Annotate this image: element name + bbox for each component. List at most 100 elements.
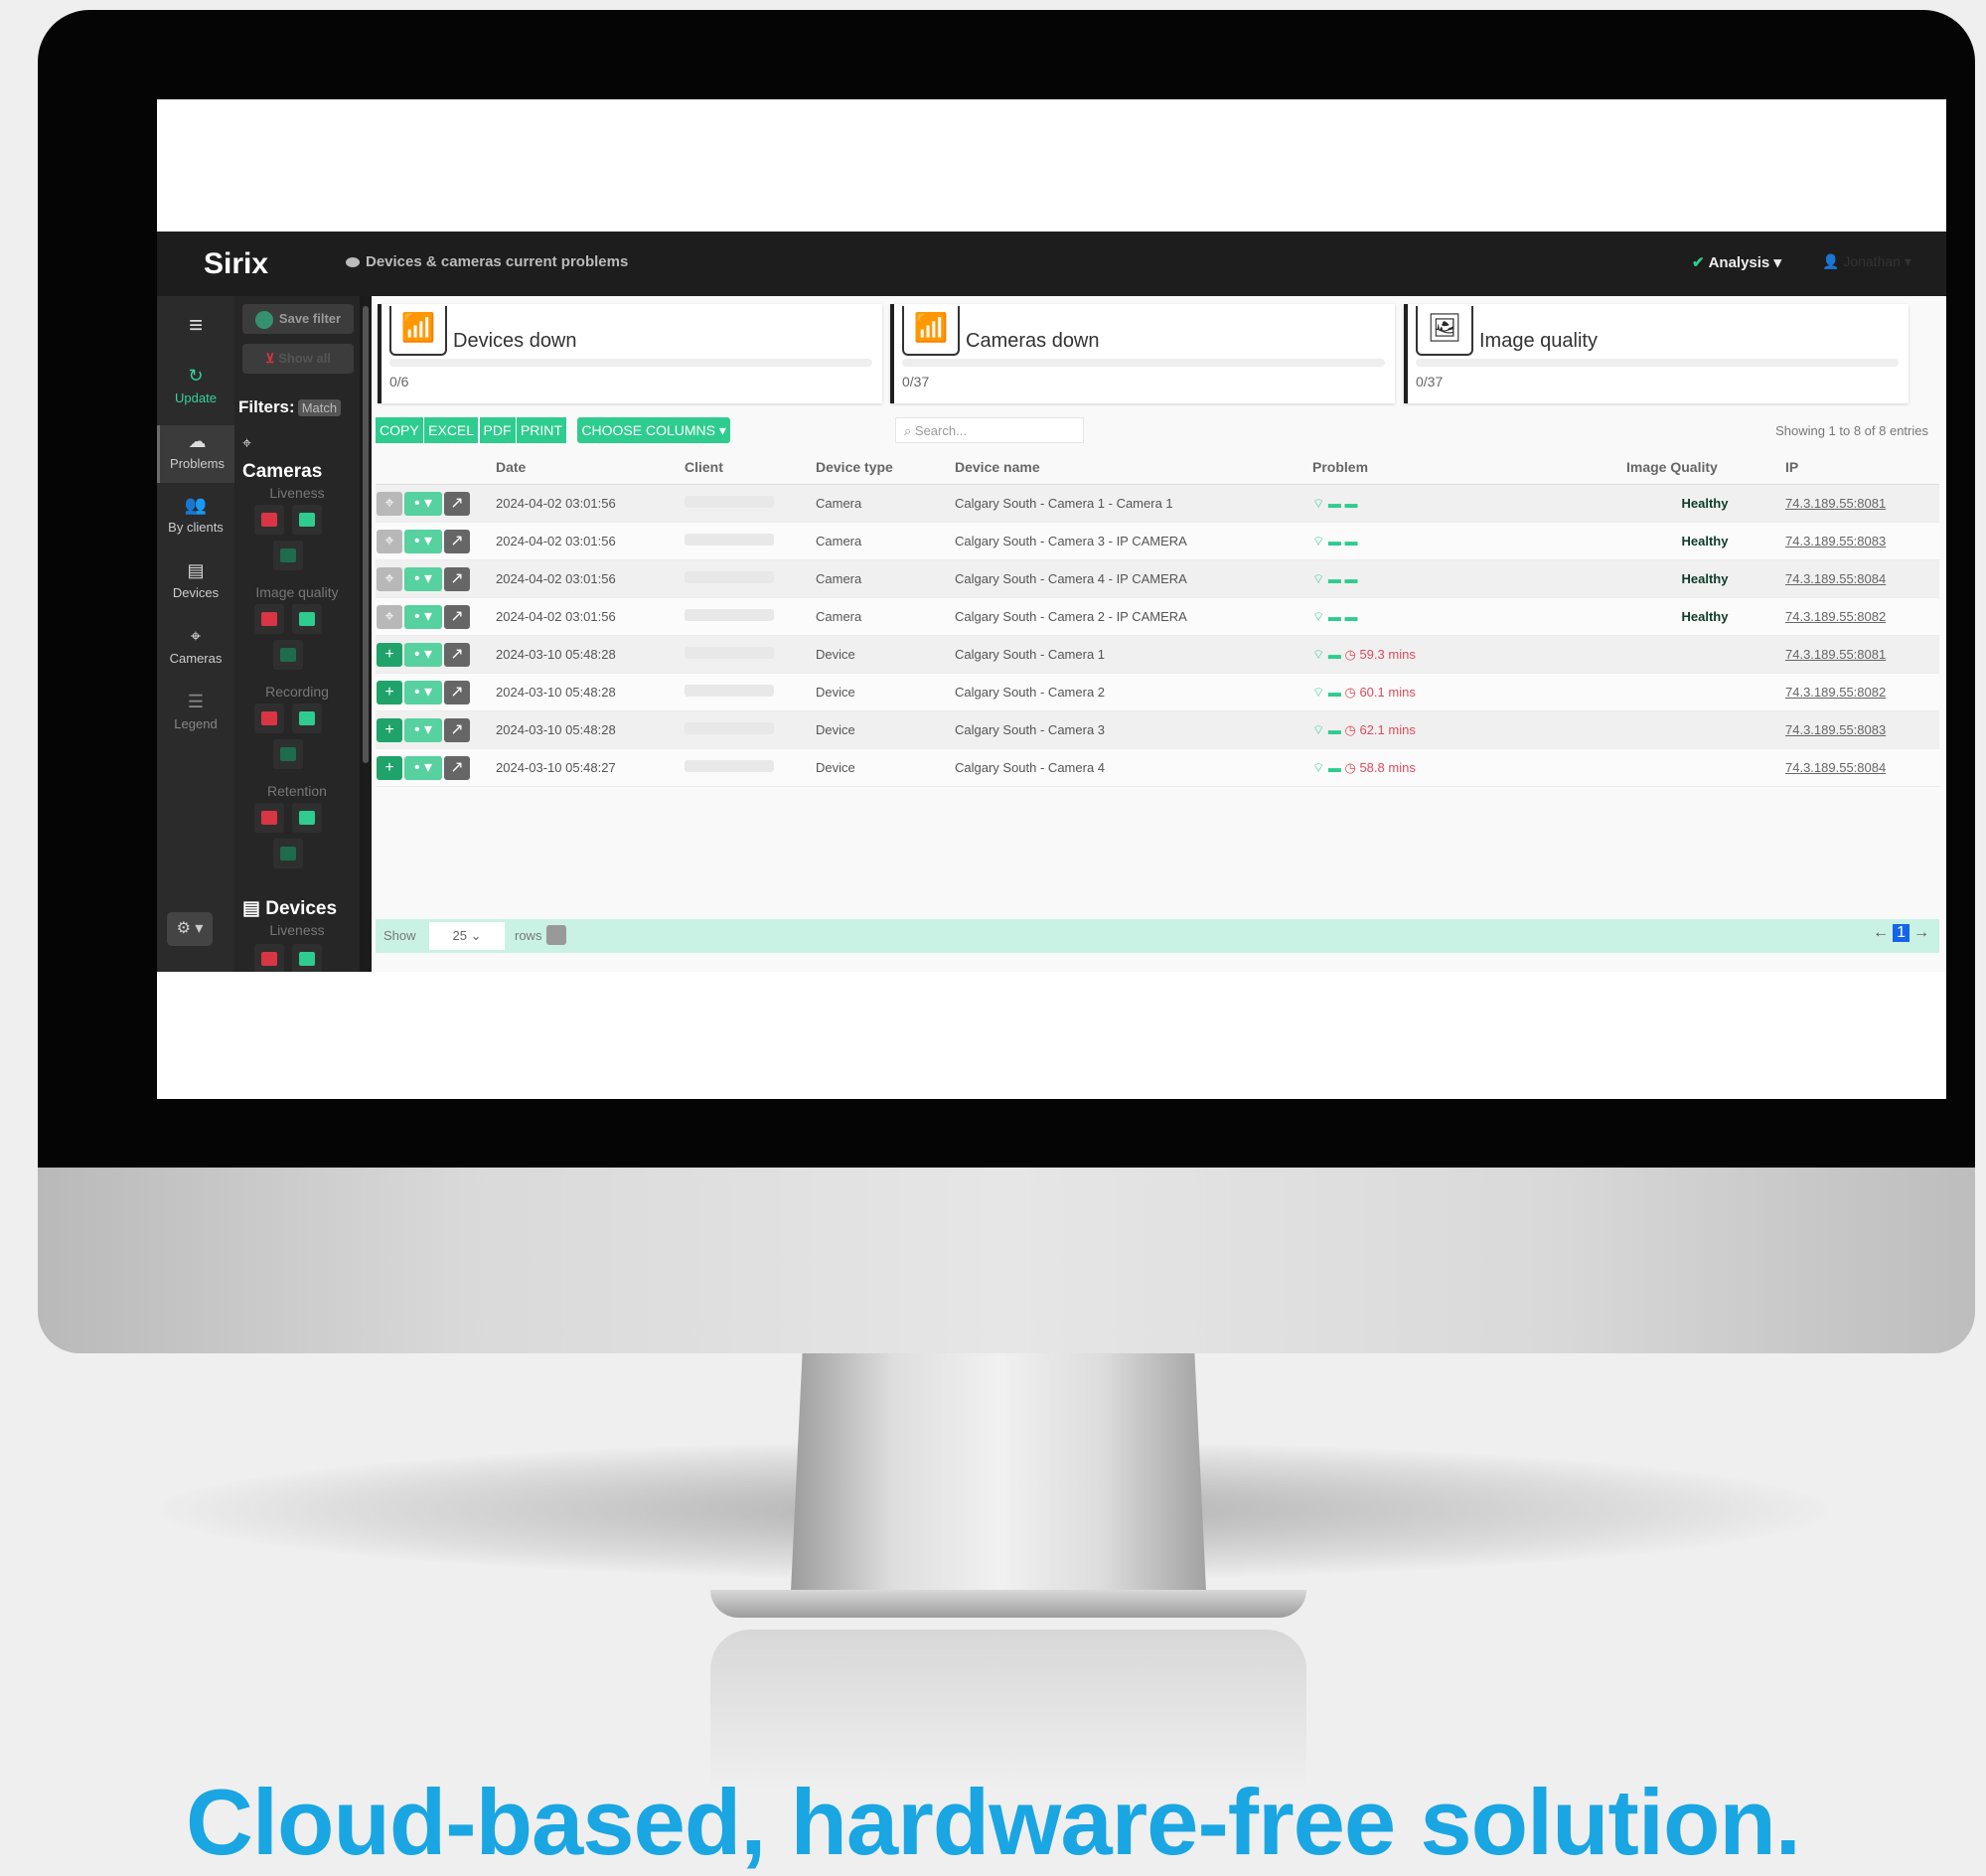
add-icon[interactable]: + — [377, 755, 402, 780]
external-link-icon[interactable]: ↗ — [444, 491, 470, 516]
external-link-icon[interactable]: ↗ — [444, 604, 470, 629]
column-header-client[interactable]: Client — [684, 450, 815, 485]
cameras-down-card[interactable]: 📶 Cameras down 0/37 — [890, 304, 1395, 403]
rail-item-by-clients[interactable]: 👥 By clients — [157, 495, 234, 545]
camera-icon[interactable]: ⌖ — [377, 604, 402, 629]
pdf-button[interactable]: PDF — [479, 417, 516, 443]
table-row[interactable]: ⌖ • ▾ ↗ 2024-04-02 03:01:56 Camera Calgary So… — [376, 559, 1939, 598]
filter-image-good[interactable] — [292, 604, 322, 634]
camera-icon[interactable]: ⌖ — [377, 566, 402, 591]
table-row[interactable]: + • ▾ ↗ 2024-03-10 05:48:27 Device Calgary So… — [376, 748, 1939, 787]
column-header-device-name[interactable]: Device name — [954, 450, 1311, 485]
cell-ip[interactable]: 74.3.189.55:8081 — [1784, 484, 1939, 523]
search-input[interactable]: ⌕ Search... — [895, 417, 1084, 443]
print-button[interactable]: PRINT — [516, 417, 566, 443]
scroll-thumb[interactable] — [363, 306, 369, 763]
rows-per-page-select[interactable]: 25 ⌄ — [429, 922, 505, 950]
table-row[interactable]: + • ▾ ↗ 2024-03-10 05:48:28 Device Calgary So… — [376, 673, 1939, 711]
table-row[interactable]: ⌖ • ▾ ↗ 2024-04-02 03:01:56 Camera Calgary So… — [376, 597, 1939, 636]
add-icon[interactable]: + — [377, 642, 402, 667]
choose-columns-button[interactable]: CHOOSE COLUMNS ▾ — [577, 417, 730, 443]
filter-device-liveness-up[interactable] — [292, 944, 322, 972]
table-row[interactable]: ⌖ • ▾ ↗ 2024-04-02 03:01:56 Camera Calgary So… — [376, 484, 1939, 523]
external-link-icon[interactable]: ↗ — [444, 680, 470, 704]
rail-item-problems[interactable]: ☁ Problems — [157, 425, 234, 483]
cell-ip[interactable]: 74.3.189.55:8081 — [1784, 635, 1939, 674]
cell-ip[interactable]: 74.3.189.55:8082 — [1784, 673, 1939, 711]
brand-logo[interactable]: Sirix — [204, 247, 268, 281]
filter-recording-unknown[interactable] — [273, 739, 303, 769]
rail-item-legend[interactable]: ☰ Legend — [157, 692, 234, 741]
table-row[interactable]: + • ▾ ↗ 2024-03-10 05:48:28 Device Calgary So… — [376, 635, 1939, 674]
page-number[interactable]: 1 — [1893, 924, 1910, 942]
columns-icon[interactable] — [546, 925, 566, 945]
external-link-icon[interactable]: ↗ — [444, 529, 470, 553]
menu-toggle[interactable]: ≡ — [157, 306, 234, 346]
cell-ip[interactable]: 74.3.189.55:8082 — [1784, 597, 1939, 636]
external-link-icon[interactable]: ↗ — [444, 566, 470, 591]
external-link-icon[interactable]: ↗ — [444, 717, 470, 742]
devices-down-card[interactable]: 📶 Devices down 0/6 — [378, 304, 882, 403]
camera-icon[interactable]: ⌖ — [377, 529, 402, 553]
user-menu[interactable]: 👤 Jonathan ▾ — [1822, 253, 1911, 270]
options-dropdown-button[interactable]: • ▾ — [404, 566, 442, 591]
column-header-date[interactable]: Date — [495, 450, 684, 485]
prev-page-button[interactable]: ← — [1873, 924, 1889, 941]
cell-ip[interactable]: 74.3.189.55:8083 — [1784, 522, 1939, 560]
filter-liveness-up[interactable] — [292, 505, 322, 535]
external-link-icon[interactable]: ↗ — [444, 755, 470, 780]
copy-button[interactable]: COPY — [376, 417, 423, 443]
external-link-icon[interactable]: ↗ — [444, 642, 470, 667]
rail-item-devices[interactable]: ▤ Devices — [157, 560, 234, 610]
table-row[interactable]: + • ▾ ↗ 2024-03-10 05:48:28 Device Calgary So… — [376, 710, 1939, 749]
add-icon[interactable]: + — [377, 680, 402, 704]
options-dropdown-button[interactable]: • ▾ — [404, 755, 442, 780]
save-filter-button[interactable]: Save filter — [242, 304, 354, 334]
show-all-button[interactable]: ⊻ Show all — [242, 344, 354, 374]
filter-retention-bad[interactable] — [254, 803, 284, 833]
filter-image-unknown[interactable] — [273, 640, 303, 670]
filter-liveness-down[interactable] — [254, 505, 284, 535]
analysis-menu[interactable]: ✔ Analysis ▾ — [1692, 253, 1781, 271]
excel-button[interactable]: EXCEL — [424, 417, 479, 443]
next-page-button[interactable]: → — [1913, 924, 1929, 941]
column-header-device-type[interactable]: Device type — [815, 450, 954, 485]
video-icon — [261, 711, 277, 725]
add-icon[interactable]: + — [377, 717, 402, 742]
options-dropdown-button[interactable]: • ▾ — [404, 529, 442, 553]
filter-device-liveness-down[interactable] — [254, 944, 284, 972]
filter-retention-unknown[interactable] — [273, 839, 303, 868]
image-quality-card[interactable]: 🖼 Image quality 0/37 — [1404, 304, 1909, 403]
filter-scrollbar[interactable] — [360, 296, 372, 972]
match-toggle[interactable]: Match — [297, 399, 342, 416]
options-dropdown-button[interactable]: • ▾ — [404, 491, 442, 516]
options-dropdown-button[interactable]: • ▾ — [404, 604, 442, 629]
column-header-problem[interactable]: Problem — [1311, 450, 1625, 485]
cell-ip[interactable]: 74.3.189.55:8084 — [1784, 748, 1939, 787]
video-icon: ▬ — [1327, 570, 1341, 586]
rail-item-label: By clients — [168, 520, 224, 535]
settings-button[interactable]: ⚙ ▾ — [167, 912, 213, 946]
filter-liveness-unknown[interactable] — [273, 541, 303, 570]
cell-date: 2024-04-02 03:01:56 — [495, 484, 684, 523]
monitor: Sirix Devices & cameras current problems… — [38, 10, 1975, 1353]
filter-image-bad[interactable] — [254, 604, 284, 634]
filter-recording-off[interactable] — [254, 704, 284, 733]
cell-ip[interactable]: 74.3.189.55:8084 — [1784, 559, 1939, 598]
camera-icon[interactable]: ⌖ — [377, 491, 402, 516]
options-dropdown-button[interactable]: • ▾ — [404, 680, 442, 704]
options-dropdown-button[interactable]: • ▾ — [404, 642, 442, 667]
table-row[interactable]: ⌖ • ▾ ↗ 2024-04-02 03:01:56 Camera Calgary So… — [376, 522, 1939, 560]
options-dropdown-button[interactable]: • ▾ — [404, 717, 442, 742]
clock-icon: ◷ — [1344, 646, 1356, 662]
card-progress — [1416, 359, 1899, 367]
column-header-image-quality[interactable]: Image Quality — [1625, 450, 1784, 485]
show-all-label: Show all — [278, 351, 331, 366]
cell-device-type: Camera — [815, 559, 954, 598]
column-header-ip[interactable]: IP — [1784, 450, 1939, 485]
filter-recording-on[interactable] — [292, 704, 322, 733]
filter-retention-good[interactable] — [292, 803, 322, 833]
rail-item-cameras[interactable]: ⌖ Cameras — [157, 626, 234, 676]
rail-item-update[interactable]: ↻ Update — [157, 366, 234, 415]
cell-ip[interactable]: 74.3.189.55:8083 — [1784, 710, 1939, 749]
